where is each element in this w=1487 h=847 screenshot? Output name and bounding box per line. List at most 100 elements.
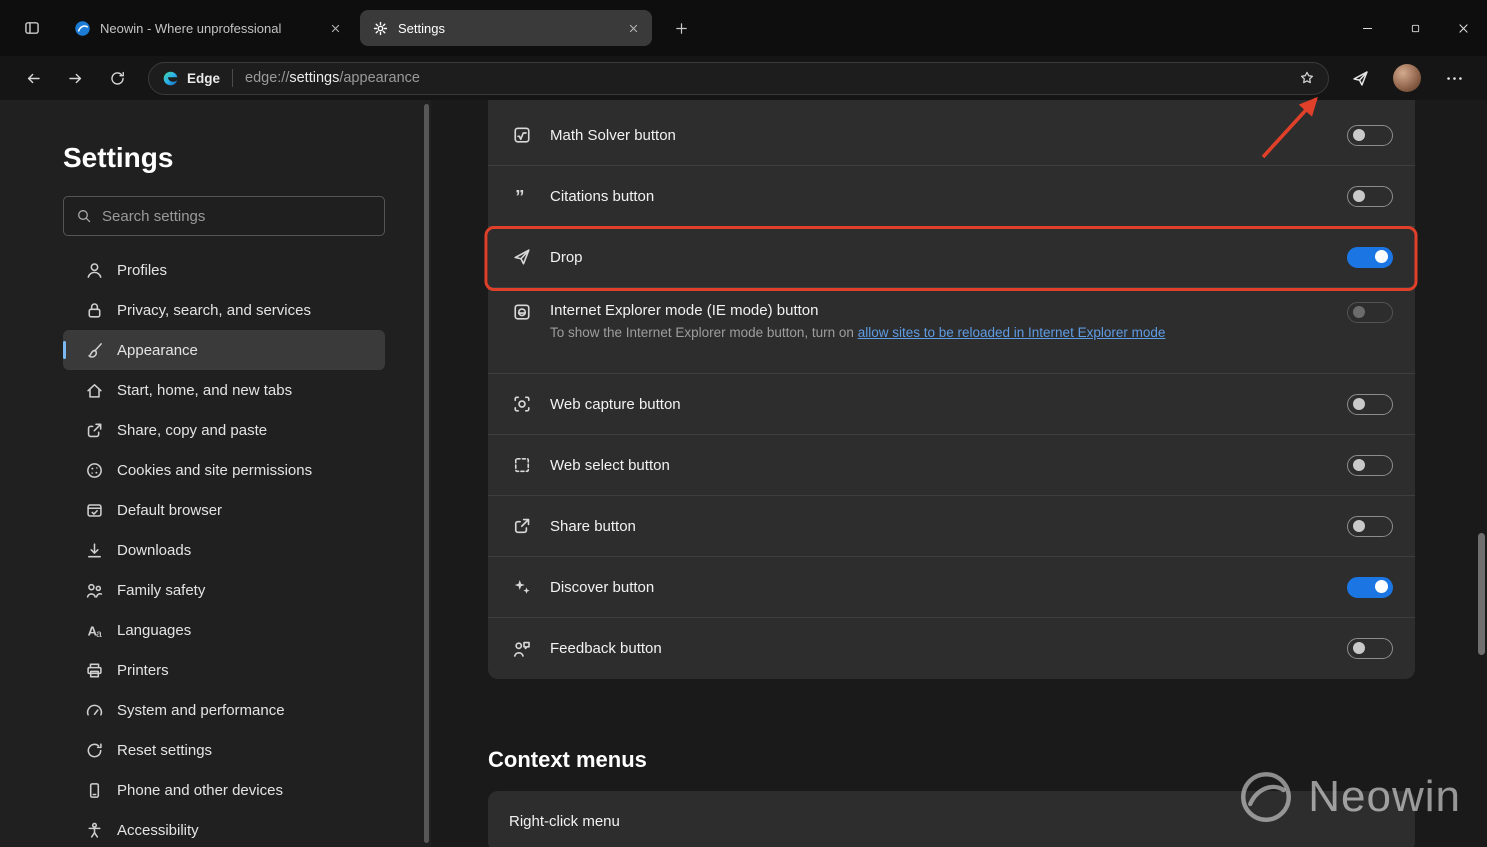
neowin-favicon <box>74 20 91 37</box>
sidebar-item-downloads[interactable]: Downloads <box>63 530 385 570</box>
address-bar[interactable]: Edge edge://settings/appearance <box>148 61 1329 95</box>
toggle-knob <box>1353 458 1365 471</box>
neowin-watermark: Neowin <box>1238 769 1461 825</box>
setting-row-internet-explorer-mode-ie-mode-button: Internet Explorer mode (IE mode) button T… <box>488 288 1415 374</box>
sidebar-item-label: Default browser <box>117 501 223 519</box>
sidebar-item-start-home-and-new-tabs[interactable]: Start, home, and new tabs <box>63 370 385 410</box>
search-input[interactable] <box>102 207 372 225</box>
sidebar-item-label: Phone and other devices <box>117 781 283 799</box>
share-button-toggle[interactable] <box>1347 515 1393 537</box>
drop-toolbar-button[interactable] <box>1341 61 1379 95</box>
tab-title: Settings <box>398 20 445 36</box>
drop-toggle[interactable] <box>1347 246 1393 268</box>
web-select-button-toggle[interactable] <box>1347 454 1393 476</box>
sidebar-item-privacy-search-and-services[interactable]: Privacy, search, and services <box>63 290 385 330</box>
maximize-button[interactable] <box>1391 0 1439 56</box>
divider <box>232 69 234 87</box>
sidebar-item-printers[interactable]: Printers <box>63 650 385 690</box>
internet-explorer-mode-ie-mode-button-toggle[interactable] <box>1347 302 1393 323</box>
star-add-icon <box>1299 70 1315 86</box>
sidebar-item-label: Privacy, search, and services <box>117 301 311 319</box>
toggle-knob <box>1375 250 1388 263</box>
math-solver-button-toggle[interactable] <box>1347 124 1393 146</box>
navigation-bar: Edge edge://settings/appearance <box>0 56 1487 100</box>
tab-close-button[interactable] <box>622 17 644 39</box>
select-icon <box>512 455 532 475</box>
sidebar-scrollbar[interactable] <box>424 104 429 843</box>
ie-mode-link[interactable]: allow sites to be reloaded in Internet E… <box>858 325 1166 340</box>
toolbar-buttons-card: Math Solver button ” Citations button Drop I… <box>488 100 1415 679</box>
search-icon <box>76 208 92 224</box>
page-scrollbar[interactable] <box>1477 100 1486 847</box>
setting-label: Discover button <box>550 578 655 596</box>
setting-label: Drop <box>550 248 583 266</box>
toggle-knob <box>1353 128 1365 141</box>
url-host: settings <box>289 70 340 86</box>
sidebar-item-default-browser[interactable]: Default browser <box>63 490 385 530</box>
sidebar-item-phone-and-other-devices[interactable]: Phone and other devices <box>63 770 385 810</box>
setting-label: Citations button <box>550 187 655 205</box>
sidebar-item-accessibility[interactable]: Accessibility <box>63 810 385 847</box>
add-favorite-button[interactable] <box>1292 64 1322 92</box>
sidebar-item-reset-settings[interactable]: Reset settings <box>63 730 385 770</box>
close-icon <box>329 22 342 35</box>
minimize-icon <box>1361 22 1374 35</box>
minimize-button[interactable] <box>1343 0 1391 56</box>
tab-settings[interactable]: Settings <box>360 10 652 46</box>
sidebar-item-share-copy-and-paste[interactable]: Share, copy and paste <box>63 410 385 450</box>
setting-row-share-button: Share button <box>488 496 1415 557</box>
setting-row-web-select-button: Web select button <box>488 435 1415 496</box>
setting-description: To show the Internet Explorer mode butto… <box>550 325 1165 340</box>
edge-site-button[interactable]: Edge <box>154 65 228 91</box>
web-capture-button-toggle[interactable] <box>1347 393 1393 415</box>
setting-row-discover-button: Discover button <box>488 557 1415 618</box>
sidebar-item-languages[interactable]: Aa Languages <box>63 610 385 650</box>
toggle-knob <box>1375 580 1388 593</box>
setting-label: Right-click menu <box>509 813 620 830</box>
neowin-logo-icon <box>1238 769 1294 825</box>
toggle-knob <box>1353 642 1365 654</box>
sidebar-item-system-and-performance[interactable]: System and performance <box>63 690 385 730</box>
description-text: To show the Internet Explorer mode butto… <box>550 325 858 340</box>
tab-close-button[interactable] <box>324 17 346 39</box>
citations-button-toggle[interactable] <box>1347 185 1393 207</box>
forward-button[interactable] <box>56 62 94 94</box>
sidebar-item-appearance[interactable]: Appearance <box>63 330 385 370</box>
edge-logo-icon <box>162 70 179 87</box>
setting-texts: Internet Explorer mode (IE mode) button T… <box>550 302 1165 340</box>
refresh-button[interactable] <box>98 62 136 94</box>
close-button[interactable] <box>1439 0 1487 56</box>
tab-neowin[interactable]: Neowin - Where unprofessional <box>62 10 354 46</box>
sidebar-item-profiles[interactable]: Profiles <box>63 250 385 290</box>
math-icon <box>512 125 532 145</box>
tab-actions-button[interactable] <box>14 11 50 45</box>
main-area: Settings Profiles Privacy, search, and se… <box>0 100 1487 847</box>
sparkle-icon <box>512 577 532 597</box>
url-scheme: edge:// <box>245 70 290 86</box>
sidebar-item-label: Printers <box>117 661 169 679</box>
sidebar-item-family-safety[interactable]: Family safety <box>63 570 385 610</box>
search-settings-box[interactable] <box>63 196 385 236</box>
setting-label: Internet Explorer mode (IE mode) button <box>550 302 819 319</box>
forward-icon <box>67 70 84 87</box>
setting-label: Web select button <box>550 456 670 474</box>
close-icon <box>627 22 640 35</box>
family-icon <box>85 581 104 600</box>
discover-button-toggle[interactable] <box>1347 576 1393 598</box>
share-icon <box>512 516 532 536</box>
sidebar-item-cookies-and-site-permissions[interactable]: Cookies and site permissions <box>63 450 385 490</box>
sidebar-item-label: Reset settings <box>117 741 213 759</box>
scrollbar-thumb[interactable] <box>1478 533 1485 655</box>
profile-avatar[interactable] <box>1393 64 1421 92</box>
feedback-button-toggle[interactable] <box>1347 638 1393 659</box>
settings-content: Math Solver button ” Citations button Drop I… <box>431 100 1487 847</box>
browser-menu-button[interactable] <box>1435 61 1473 95</box>
reset-icon <box>85 741 104 760</box>
sidebar-item-label: Accessibility <box>117 821 199 839</box>
url-path: /appearance <box>339 70 420 86</box>
new-tab-button[interactable] <box>664 11 698 45</box>
brush-icon <box>85 341 104 360</box>
sidebar-item-label: System and performance <box>117 701 285 719</box>
back-button[interactable] <box>14 62 52 94</box>
svg-text:a: a <box>96 628 102 639</box>
